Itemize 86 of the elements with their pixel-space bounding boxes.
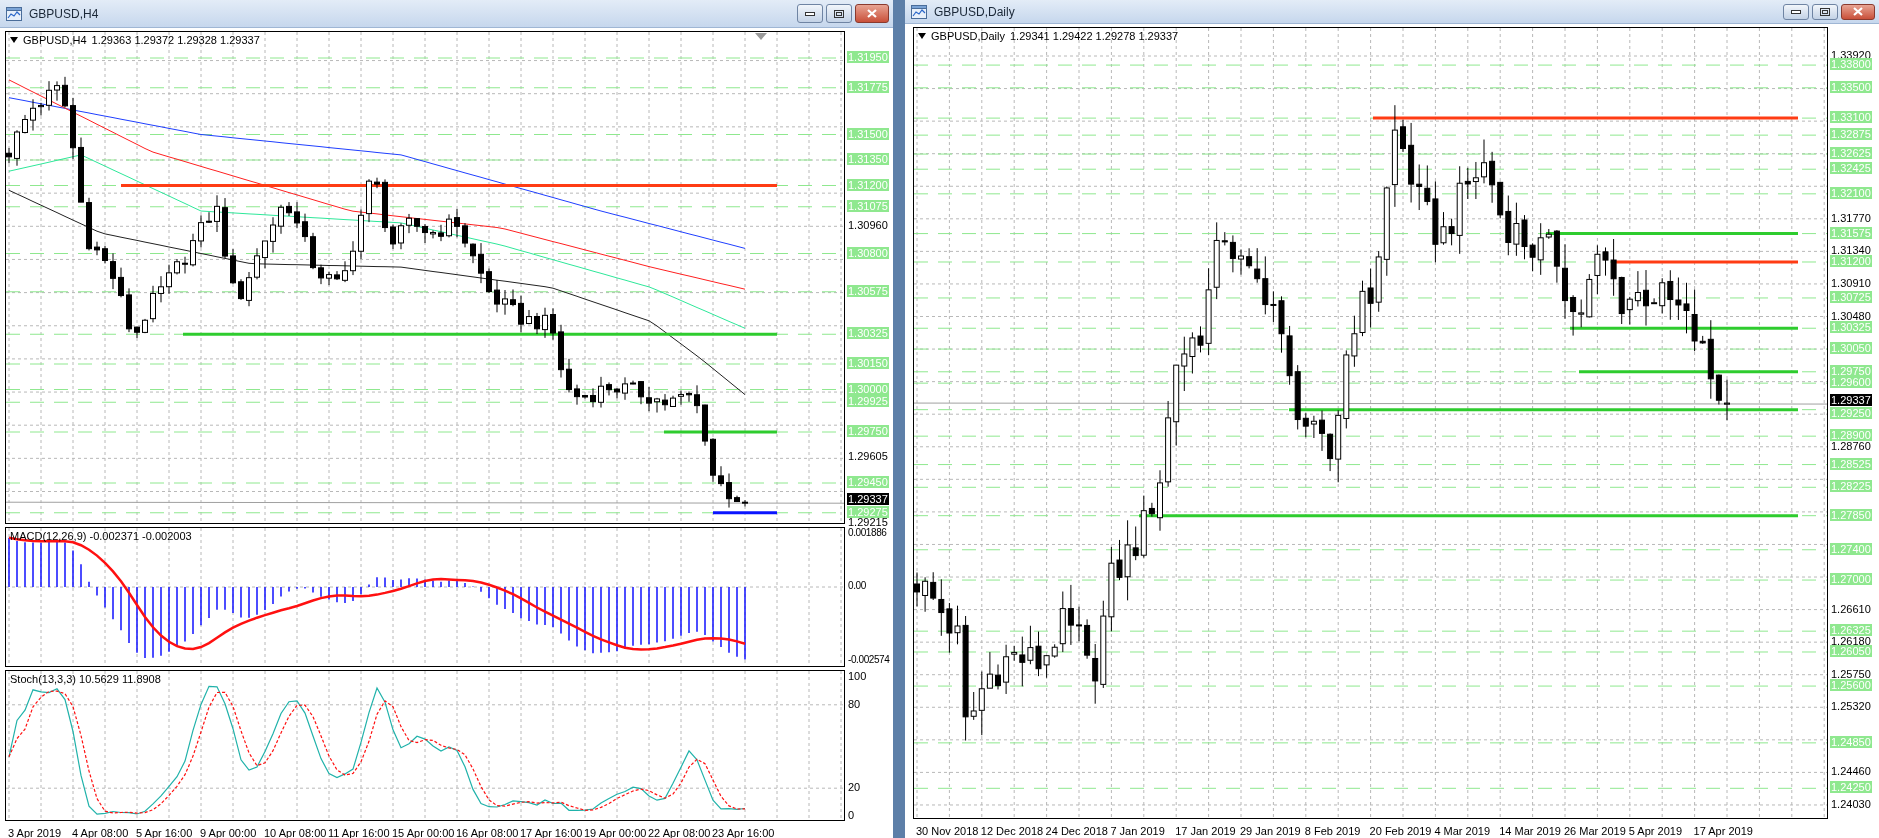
- price-scale-label: 1.25320: [1830, 700, 1872, 713]
- chart-quote: 1.29363 1.29372 1.29328 1.29337: [91, 34, 260, 46]
- price-scale-label: 1.24030: [1830, 797, 1872, 810]
- price-scale-label: 1.25750: [1830, 667, 1872, 680]
- price-scale-label: 1.26180: [1830, 635, 1872, 648]
- price-level-tag: 1.30800: [847, 246, 889, 259]
- time-axis-label: 20 Feb 2019: [1369, 825, 1432, 838]
- price-scale-label: 1.30910: [1830, 276, 1872, 289]
- price-level-tag: 1.31200: [847, 178, 889, 191]
- price-level-tag: 1.26050: [1830, 645, 1872, 657]
- price-level-tag: 1.29250: [1830, 407, 1872, 420]
- price-level-tag: 1.31200: [1830, 255, 1872, 267]
- price-level-tag: 1.30325: [1830, 321, 1872, 334]
- price-level-tag: 1.27400: [1830, 542, 1872, 555]
- time-axis-label: 5 Apr 2019: [1628, 825, 1682, 838]
- price-level-tag: 1.24250: [1830, 781, 1872, 794]
- price-scale-label: 1.30960: [847, 219, 889, 232]
- current-price-tag: 1.29337: [847, 493, 889, 506]
- price-level-tag: 1.33500: [1830, 80, 1872, 93]
- price-level-tag: 1.31775: [847, 80, 889, 93]
- price-scale-label: 1.28760: [1830, 439, 1872, 452]
- window-title-bar[interactable]: GBPUSD,H4: [0, 0, 893, 28]
- chart-symbol: GBPUSD,H4: [23, 34, 87, 46]
- price-level-tag: 1.31075: [847, 199, 889, 212]
- price-level-tag: 1.26325: [1830, 624, 1872, 637]
- indicator-scale-label: 100: [847, 670, 868, 682]
- price-level-tag: 1.28900: [1830, 429, 1872, 442]
- indicator-scale-label: -0.002574: [847, 654, 891, 666]
- indicator-scale-label: 80: [847, 697, 862, 710]
- price-level-tag: 1.31575: [1830, 226, 1872, 239]
- price-level-tag: 1.30050: [1830, 342, 1872, 355]
- price-level-tag: 1.27000: [1830, 573, 1872, 586]
- time-axis-label: 14 Mar 2019: [1499, 825, 1561, 838]
- price-level-tag: 1.30000: [847, 382, 889, 395]
- time-axis-label: 24 Dec 2018: [1045, 825, 1108, 838]
- price-level-tag: 1.29925: [847, 395, 889, 408]
- chart-quote: 1.29341 1.29422 1.29278 1.29337: [1009, 30, 1179, 42]
- price-level-tag: 1.33800: [1830, 58, 1872, 71]
- price-level-tag: 1.25600: [1830, 679, 1872, 692]
- price-level-tag: 1.32625: [1830, 147, 1872, 160]
- price-scale-label: 1.24460: [1830, 765, 1872, 778]
- indicator-scale-label: 0.001886: [847, 527, 888, 539]
- price-level-tag: 1.29450: [847, 476, 889, 488]
- price-level-tag: 1.29750: [1830, 364, 1872, 377]
- window-title: GBPUSD,H4: [29, 6, 99, 21]
- time-axis-label: 17 Jan 2019: [1175, 825, 1236, 838]
- price-level-tag: 1.32100: [1830, 186, 1872, 199]
- price-scale-label: 1.31340: [1830, 244, 1872, 257]
- price-scale-label: 1.30480: [1830, 309, 1872, 322]
- current-price-tag: 1.29337: [1830, 394, 1872, 407]
- price-level-tag: 1.29275: [847, 506, 889, 519]
- indicator-scale-label: 0.00: [847, 580, 867, 592]
- chart-symbol: GBPUSD,Daily: [931, 30, 1005, 42]
- price-level-tag: 1.30725: [1830, 290, 1872, 303]
- price-level-tag: 1.28525: [1830, 457, 1872, 470]
- price-level-tag: 1.33100: [1830, 111, 1872, 124]
- time-axis-label: 12 Dec 2018: [980, 825, 1044, 838]
- indicator-scale-label: 0: [847, 809, 856, 821]
- indicator-scale-label: 20: [847, 781, 862, 794]
- price-level-tag: 1.31350: [847, 153, 889, 165]
- price-level-tag: 1.30575: [847, 284, 889, 297]
- indicator-label: MACD(12,26,9) -0.002371 -0.002003: [10, 530, 192, 542]
- price-level-tag: 1.30325: [847, 327, 889, 340]
- time-axis-label: 30 Nov 2018: [916, 825, 979, 838]
- time-axis-label: 17 Apr 2019: [1693, 825, 1753, 838]
- price-level-tag: 1.29600: [1830, 376, 1872, 389]
- time-axis-label: 8 Feb 2019: [1304, 825, 1361, 838]
- price-level-tag: 1.29750: [847, 425, 889, 437]
- price-level-tag: 1.32875: [1830, 128, 1872, 141]
- price-scale-label: 1.31770: [1830, 211, 1872, 224]
- price-scale-label: 1.29605: [847, 449, 889, 462]
- time-axis-label: 29 Jan 2019: [1240, 825, 1301, 838]
- price-scale-label: 1.26610: [1830, 602, 1872, 615]
- price-level-tag: 1.24850: [1830, 735, 1872, 748]
- window-title-bar[interactable]: GBPUSD,Daily: [905, 0, 1879, 24]
- price-level-tag: 1.31950: [847, 51, 889, 63]
- time-axis-label: 7 Jan 2019: [1110, 825, 1165, 838]
- price-level-tag: 1.30150: [847, 357, 889, 369]
- time-axis-label: 26 Mar 2019: [1564, 825, 1626, 838]
- time-axis-label: 4 Mar 2019: [1434, 825, 1491, 838]
- price-level-tag: 1.28225: [1830, 480, 1872, 493]
- indicator-label: Stoch(13,3,3) 10.5629 11.8908: [10, 673, 161, 685]
- price-level-tag: 1.27850: [1830, 508, 1872, 521]
- price-level-tag: 1.32425: [1830, 162, 1872, 175]
- window-title: GBPUSD,Daily: [934, 4, 1015, 19]
- price-level-tag: 1.31500: [847, 127, 889, 140]
